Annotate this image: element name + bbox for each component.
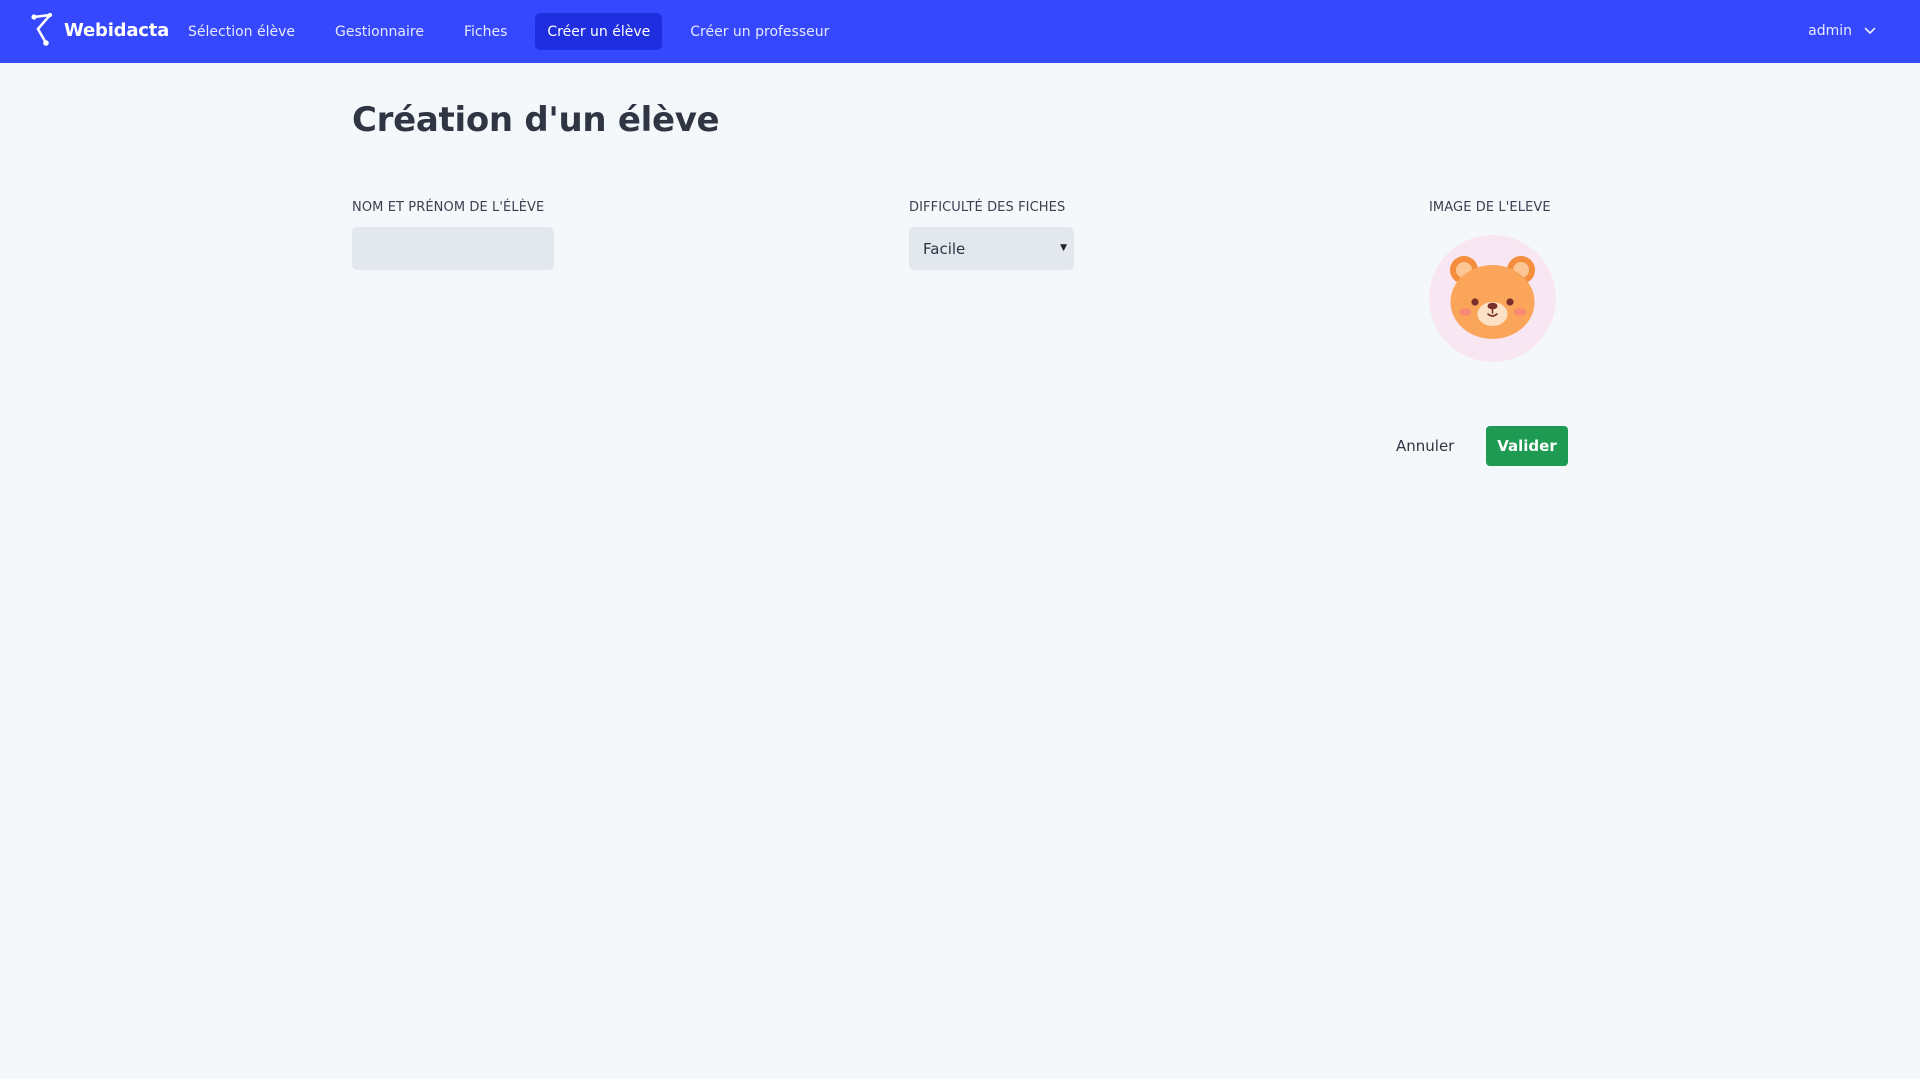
student-avatar-picker[interactable] xyxy=(1429,235,1556,362)
difficulty-select[interactable]: Facile ▼ xyxy=(909,227,1074,270)
nav-item-creer-eleve[interactable]: Créer un élève xyxy=(535,13,663,50)
page-title: Création d'un élève xyxy=(352,100,720,140)
network-branch-icon xyxy=(31,13,53,46)
brand-name: Webidacta xyxy=(64,19,170,41)
nav-item-fiches[interactable]: Fiches xyxy=(452,13,519,50)
caret-down-icon: ▼ xyxy=(1060,243,1067,253)
user-menu[interactable]: admin xyxy=(1808,19,1876,43)
name-field-label: NOM ET PRÉNOM DE L'ÉLÈVE xyxy=(352,200,545,215)
bear-avatar-icon xyxy=(1450,256,1535,339)
nav-item-creer-professeur[interactable]: Créer un professeur xyxy=(678,13,841,50)
student-name-input[interactable] xyxy=(352,227,554,270)
cancel-button[interactable]: Annuler xyxy=(1382,426,1468,466)
difficulty-field-label: DIFFICULTÉ DES FICHES xyxy=(909,200,1066,215)
nav-item-gestionnaire[interactable]: Gestionnaire xyxy=(323,13,436,50)
nav-item-selection-eleve[interactable]: Sélection élève xyxy=(176,13,307,50)
main-nav: Sélection élève Gestionnaire Fiches Crée… xyxy=(176,13,841,50)
image-field-label: IMAGE DE L'ELEVE xyxy=(1429,200,1551,215)
brand-home-link[interactable]: Webidacta xyxy=(30,12,169,48)
top-navbar: Webidacta Sélection élève Gestionnaire F… xyxy=(0,0,1920,63)
username: admin xyxy=(1808,23,1852,39)
difficulty-selected-value: Facile xyxy=(923,239,966,258)
chevron-down-icon xyxy=(1864,27,1876,34)
submit-button[interactable]: Valider xyxy=(1486,426,1568,466)
